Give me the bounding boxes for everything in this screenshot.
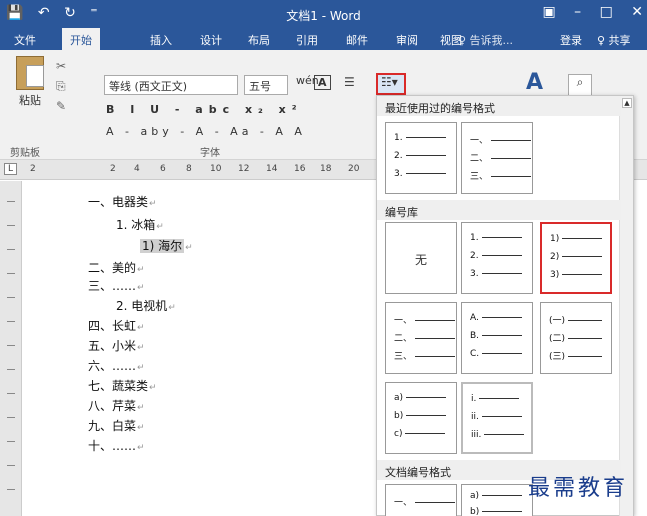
- scroll-up-icon[interactable]: ▲: [622, 98, 632, 108]
- tell-me-input[interactable]: ♀ 告诉我...: [458, 32, 513, 48]
- clipboard-group-label: 剪贴板: [10, 148, 40, 159]
- tab-layout[interactable]: 布局: [248, 32, 270, 48]
- cut-icon[interactable]: ✂: [56, 56, 66, 76]
- close-button[interactable]: ✕: [631, 4, 643, 20]
- list-item: 2. 电视机↵: [116, 299, 176, 313]
- numbering-tile-lower-alpha[interactable]: a) b) c): [385, 382, 457, 454]
- tab-mailings[interactable]: 邮件: [346, 32, 368, 48]
- paste-button[interactable]: 粘贴: [10, 56, 50, 108]
- window-controls: ▣ – □ ✕: [528, 4, 643, 20]
- numbering-tile-recent-chinese[interactable]: 一、 二、 三、: [461, 122, 533, 194]
- tab-references[interactable]: 引用: [296, 32, 318, 48]
- document-page[interactable]: 一、电器类↵ 1. 冰箱↵ 1) 海尔 ↵ 二、美的↵ 三、……↵ 2. 电视机↵…: [22, 181, 376, 516]
- copy-icon[interactable]: ⎘: [56, 76, 66, 96]
- list-item: 六、……↵: [88, 359, 145, 373]
- list-item: 五、小米↵: [88, 339, 145, 353]
- list-item: 七、蔬菜类↵: [88, 379, 157, 393]
- list-item: 1) 海尔 ↵: [140, 239, 193, 253]
- list-item: 四、长虹↵: [88, 319, 145, 333]
- numbering-tile-roman[interactable]: i. ii. iii.: [461, 382, 533, 454]
- tab-file[interactable]: 文件: [14, 32, 36, 48]
- list-item: 九、白菜↵: [88, 419, 145, 433]
- tab-review[interactable]: 审阅: [396, 32, 418, 48]
- share-button[interactable]: ♀ 共享: [597, 32, 631, 48]
- maximize-button[interactable]: □: [600, 4, 613, 20]
- library-title: 编号库: [377, 200, 621, 220]
- font-color-buttons[interactable]: A - aby - A - Aa - A A: [106, 125, 306, 138]
- paragraph-tools: ☰: [344, 75, 363, 89]
- font-format-buttons[interactable]: B I U - abc x₂ x²: [106, 103, 303, 116]
- tab-design[interactable]: 设计: [200, 32, 222, 48]
- bullets-icon[interactable]: ☰: [344, 75, 355, 89]
- minimize-button[interactable]: –: [574, 4, 581, 20]
- list-item: 一、电器类↵: [88, 195, 157, 209]
- tab-home[interactable]: 开始: [62, 28, 100, 50]
- dropdown-scrollbar[interactable]: ▲: [619, 96, 633, 516]
- character-border-icon[interactable]: A: [314, 75, 331, 90]
- numbering-tile-recent-arabic[interactable]: 1. 2. 3.: [385, 122, 457, 194]
- numbering-tile-doc-alpha[interactable]: a) b): [461, 484, 533, 516]
- clipboard-tools: ✂ ⎘ ✎: [56, 56, 66, 116]
- font-name-select[interactable]: 等线 (西文正文): [104, 75, 238, 95]
- tab-stop-selector[interactable]: L: [4, 163, 18, 175]
- numbering-dropdown: ▲ 最近使用过的编号格式 1. 2. 3. 一、 二、 三、 编号库 无 1. …: [376, 95, 634, 516]
- list-item: 三、……↵: [88, 279, 145, 293]
- numbering-tile-upper-alpha[interactable]: A. B. C.: [461, 302, 533, 374]
- paste-icon: [16, 56, 44, 90]
- numbering-tile-arabic-paren[interactable]: 1) 2) 3): [540, 222, 612, 294]
- ribbon-display-icon[interactable]: ▣: [542, 4, 555, 20]
- find-icon[interactable]: ⌕: [568, 74, 592, 96]
- paste-label: 粘贴: [19, 94, 41, 107]
- list-item: 1. 冰箱↵: [116, 218, 164, 232]
- font-group-label: 字体: [200, 148, 220, 159]
- font-size-select[interactable]: 五号: [244, 75, 288, 95]
- list-item: 二、美的↵: [88, 261, 145, 275]
- ribbon-tabs: 文件 开始 插入 设计 布局 引用 邮件 审阅 视图 ♀ 告诉我... 登录 ♀…: [0, 28, 647, 50]
- list-item: 八、芹菜↵: [88, 399, 145, 413]
- numbering-button[interactable]: ☷▾: [376, 73, 406, 95]
- numbering-tile-none[interactable]: 无: [385, 222, 457, 294]
- login-button[interactable]: 登录: [560, 32, 582, 48]
- numbering-tile-chinese[interactable]: 一、 二、 三、: [385, 302, 457, 374]
- tab-insert[interactable]: 插入: [150, 32, 172, 48]
- styles-icon[interactable]: A: [526, 70, 543, 95]
- numbering-tile-chinese-paren[interactable]: (一) (二) (三): [540, 302, 612, 374]
- format-painter-icon[interactable]: ✎: [56, 96, 66, 116]
- numbering-tile-arabic-dot[interactable]: 1. 2. 3.: [461, 222, 533, 294]
- title-bar: 💾 ↶ ↻ ⁼ 文档1 - Word ▣ – □ ✕: [0, 0, 647, 28]
- list-item: 十、……↵: [88, 439, 145, 453]
- vertical-ruler: [0, 181, 22, 516]
- recent-formats-title: 最近使用过的编号格式: [377, 96, 621, 116]
- numbering-tile-doc-chinese[interactable]: 一、: [385, 484, 457, 516]
- watermark: 最需教育: [528, 476, 629, 501]
- numbering-icon: ☷▾: [381, 75, 398, 89]
